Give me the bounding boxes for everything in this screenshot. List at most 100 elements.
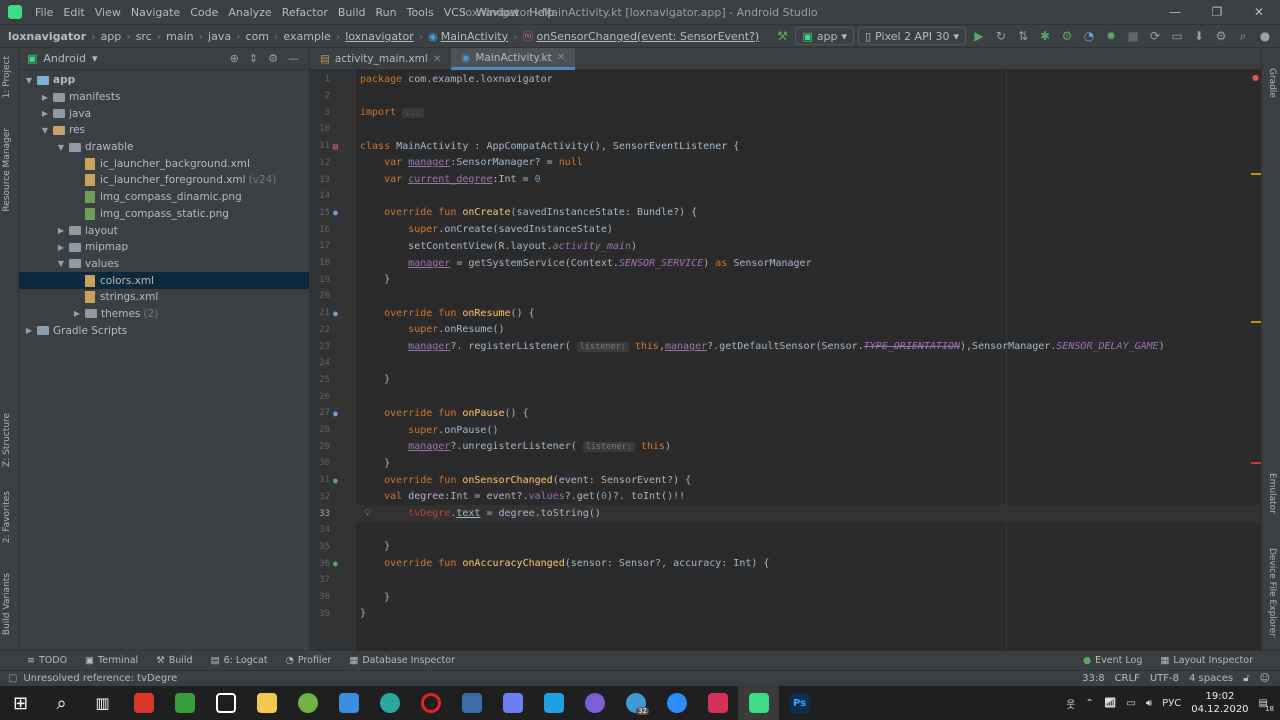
person-icon[interactable]: 웃 (1066, 696, 1075, 711)
locate-icon[interactable]: ⊕ (230, 52, 239, 65)
taskbar-skype-icon[interactable] (533, 686, 574, 720)
tab-build-variants[interactable]: Build Variants (2, 573, 12, 635)
tree-item[interactable]: ▶ manifests (19, 89, 309, 106)
hammer-icon[interactable]: ⚒ (773, 27, 791, 45)
code-editor[interactable]: 1 package com.example.loxnavigator 2 3 impor… (310, 70, 1261, 650)
tab-device-file-explorer[interactable]: Device File Explorer (1267, 548, 1277, 637)
line-number[interactable]: 32 (310, 492, 330, 502)
warning-stripe[interactable] (1251, 173, 1261, 175)
menu-navigate[interactable]: Navigate (126, 6, 185, 19)
code-line[interactable]: 39} (319, 605, 1261, 622)
line-number[interactable]: 31 (310, 475, 330, 485)
tree-item[interactable]: strings.xml (19, 289, 309, 306)
menu-window[interactable]: Window (471, 6, 524, 19)
line-number[interactable]: 15 (310, 208, 330, 218)
tree-item[interactable]: ▶ java (19, 105, 309, 122)
tab-gradle[interactable]: Gradle (1267, 68, 1277, 98)
tree-item[interactable]: ic_launcher_foreground.xml (v24) (19, 172, 309, 189)
search-icon[interactable]: ⌕ (1234, 27, 1252, 45)
tool-window-button[interactable]: ▦ Database Inspector (340, 655, 464, 666)
close-tab-icon[interactable]: ✕ (557, 52, 565, 63)
tree-item[interactable]: ▼ app (19, 72, 309, 89)
tab-favorites[interactable]: 2: Favorites (2, 491, 12, 543)
taskbar-viber-icon[interactable] (574, 686, 615, 720)
line-number[interactable]: 23 (310, 342, 330, 352)
tab-resource-manager[interactable]: Resource Manager (2, 128, 12, 212)
breadcrumb-item[interactable]: MainActivity (441, 30, 508, 43)
restore-icon[interactable]: ❐ (1196, 0, 1238, 24)
override-icon[interactable]: ● (333, 208, 338, 217)
line-number[interactable]: 1 (310, 74, 330, 84)
chevron-right-icon[interactable]: ▶ (23, 326, 35, 335)
line-number[interactable]: 20 (310, 291, 330, 301)
tree-item[interactable]: ic_launcher_background.xml (19, 155, 309, 172)
taskbar-zoom-icon[interactable] (656, 686, 697, 720)
taskbar-start-icon[interactable]: ⊞ (0, 686, 41, 720)
chevron-right-icon[interactable]: ▶ (39, 109, 51, 118)
breadcrumb-item[interactable]: onSensorChanged(event: SensorEvent?) (537, 30, 760, 43)
attach-icon[interactable]: ⚙ (1058, 27, 1076, 45)
code-line[interactable]: 24 (319, 355, 1261, 372)
layout-inspector-button[interactable]: ▦ Layout Inspector (1151, 655, 1262, 666)
project-view-select[interactable]: Android (43, 52, 86, 65)
menu-code[interactable]: Code (185, 6, 223, 19)
tool-window-button[interactable]: ⚒ Build (147, 655, 201, 666)
editor-tab[interactable]: ◉ MainActivity.kt ✕ (451, 48, 576, 70)
taskbar-jetbrains-icon[interactable] (697, 686, 738, 720)
battery-icon[interactable]: ▭ (1126, 698, 1135, 709)
line-number[interactable]: 30 (310, 458, 330, 468)
tree-item[interactable]: ▼ values (19, 256, 309, 273)
code-line[interactable]: 38 } (319, 589, 1261, 606)
line-number[interactable]: 39 (310, 609, 330, 619)
taskbar-android-studio-icon[interactable] (738, 686, 779, 720)
chevron-right-icon[interactable]: ▶ (55, 243, 67, 252)
line-number[interactable]: 12 (310, 158, 330, 168)
debugger-attach-icon[interactable]: ✹ (1102, 27, 1120, 45)
menu-tools[interactable]: Tools (402, 6, 439, 19)
close-tab-icon[interactable]: ✕ (433, 54, 441, 65)
run-config-select[interactable]: ▣ app ▾ (795, 27, 855, 45)
tree-item[interactable]: ▼ res (19, 122, 309, 139)
code-line[interactable]: 36 ● override fun onAccuracyChanged(senso… (319, 555, 1261, 572)
line-number[interactable]: 37 (310, 575, 330, 585)
tree-item[interactable]: ▶ mipmap (19, 239, 309, 256)
stop-icon[interactable]: ■ (1124, 27, 1142, 45)
code-line[interactable]: 3 import ... (325, 104, 1261, 121)
menu-file[interactable]: File (30, 6, 58, 19)
chevron-right-icon[interactable]: ▶ (55, 226, 67, 235)
line-number[interactable]: 35 (310, 542, 330, 552)
line-number[interactable]: 11 (310, 141, 330, 151)
breadcrumb-item[interactable]: loxnavigator (345, 30, 414, 43)
menu-refactor[interactable]: Refactor (277, 6, 333, 19)
breadcrumb-item[interactable]: app (101, 30, 122, 43)
tree-item[interactable]: img_compass_dinamic.png (19, 189, 309, 206)
settings-icon[interactable]: ⚙ (1212, 27, 1230, 45)
code-line[interactable]: 19 } (319, 271, 1261, 288)
taskbar-search-icon[interactable]: ⌕ (41, 686, 82, 720)
code-line[interactable]: 21 ● override fun onResume() { (319, 305, 1261, 322)
profile-icon[interactable]: ◔ (1080, 27, 1098, 45)
line-number[interactable]: 17 (310, 241, 330, 251)
tool-window-button[interactable]: ◔ Profiler (277, 655, 341, 666)
taskbar-app-multi-icon[interactable] (164, 686, 205, 720)
error-marker-icon[interactable]: ● (1252, 73, 1259, 82)
override-icon[interactable]: ● (333, 559, 338, 568)
code-line[interactable]: 31 ● override fun onSensorChanged(event: … (319, 472, 1261, 489)
code-line[interactable]: 23 manager?. registerListener( listener:… (319, 338, 1261, 355)
line-number[interactable]: 13 (310, 175, 330, 185)
device-select[interactable]: ▯ Pixel 2 API 30 ▾ (858, 27, 966, 45)
line-separator[interactable]: CRLF (1115, 673, 1140, 684)
chevron-down-icon[interactable]: ▼ (55, 143, 67, 152)
clock[interactable]: 19:02 04.12.2020 (1191, 690, 1248, 716)
line-number[interactable]: 14 (310, 191, 330, 201)
line-number[interactable]: 28 (310, 425, 330, 435)
gear-icon[interactable]: ⚙ (268, 52, 278, 65)
taskbar-mail-icon[interactable] (328, 686, 369, 720)
line-number[interactable]: 34 (310, 525, 330, 535)
line-number[interactable]: 10 (310, 124, 330, 134)
code-line[interactable]: 14 (319, 188, 1261, 205)
code-line[interactable]: 26 (319, 388, 1261, 405)
line-number[interactable]: 19 (310, 275, 330, 285)
tree-item[interactable]: ▶ Gradle Scripts (19, 322, 309, 339)
apply-changes-icon[interactable]: ⇅ (1014, 27, 1032, 45)
